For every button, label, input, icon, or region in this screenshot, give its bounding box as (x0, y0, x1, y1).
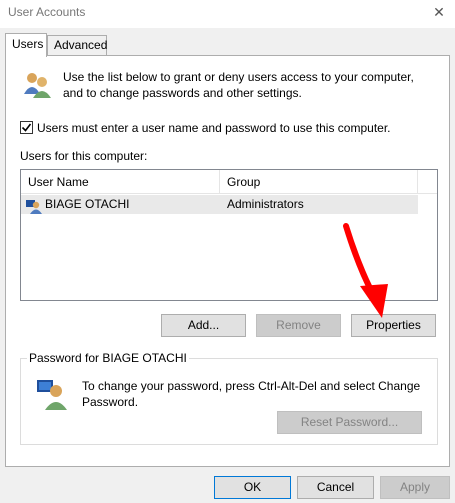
column-header-group[interactable]: Group (220, 170, 418, 194)
remove-button[interactable]: Remove (256, 314, 341, 337)
list-header: User Name Group (21, 170, 437, 194)
intro-text: Use the list below to grant or deny user… (63, 70, 414, 100)
checkmark-icon (21, 123, 32, 132)
tab-users[interactable]: Users (5, 33, 47, 57)
table-row[interactable]: BIAGE OTACHI Administrators (21, 195, 418, 214)
require-login-checkbox[interactable] (20, 121, 33, 134)
ok-button[interactable]: OK (214, 476, 291, 499)
user-icon (26, 200, 42, 214)
add-button[interactable]: Add... (161, 314, 246, 337)
red-arrow-annotation (343, 223, 388, 318)
column-header-user-name[interactable]: User Name (21, 170, 220, 194)
row-group: Administrators (227, 197, 304, 211)
cancel-button[interactable]: Cancel (297, 476, 374, 499)
reset-password-button[interactable]: Reset Password... (277, 411, 422, 434)
apply-button[interactable]: Apply (380, 476, 450, 499)
row-user-name: BIAGE OTACHI (45, 197, 130, 211)
window-title: User Accounts (8, 5, 86, 19)
require-login-label: Users must enter a user name and passwor… (37, 121, 391, 135)
close-icon[interactable]: ✕ (431, 2, 447, 22)
title-bar: User Accounts ✕ (0, 0, 455, 28)
tab-advanced[interactable]: Advanced (47, 35, 107, 55)
password-group-title: Password for BIAGE OTACHI (27, 351, 189, 365)
users-list-label: Users for this computer: (20, 149, 148, 163)
user-password-icon (37, 380, 67, 410)
password-instructions: To change your password, press Ctrl-Alt-… (82, 379, 421, 409)
users-group-icon (24, 73, 51, 98)
